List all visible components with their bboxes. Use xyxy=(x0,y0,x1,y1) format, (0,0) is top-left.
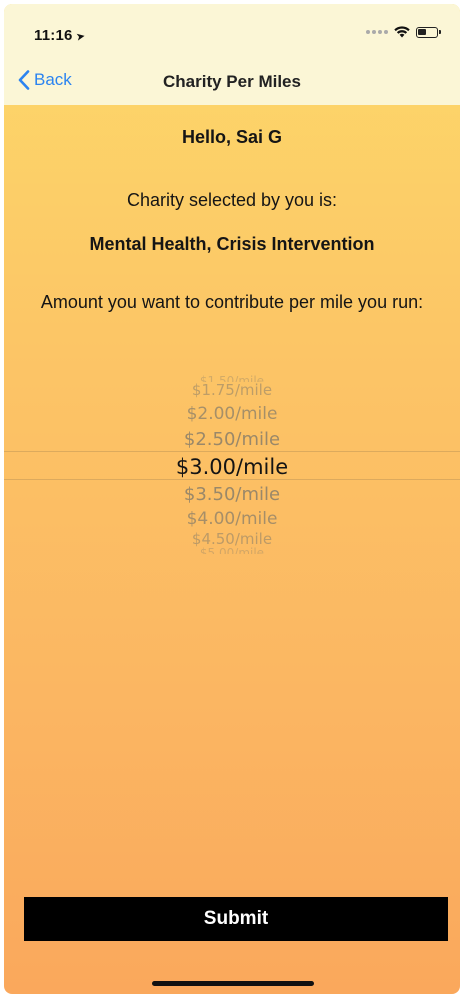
greeting-text: Hello, Sai G xyxy=(181,127,283,147)
charity-name: Mental Health, Crisis Intervention xyxy=(89,234,375,254)
page-title: Charity Per Miles xyxy=(163,72,301,91)
picker-option[interactable]: $3.50/mile xyxy=(4,484,460,505)
status-time: 11:16 ➤ xyxy=(34,27,87,44)
charity-label: Charity selected by you is: xyxy=(126,190,338,210)
amount-label: Amount you want to contribute per mile y… xyxy=(40,292,424,312)
picker-option[interactable]: $4.00/mile xyxy=(4,509,460,529)
status-icons xyxy=(366,26,441,38)
app-screen: 11:16 ➤ Back Charity Per Miles Hello, Sa… xyxy=(4,4,460,994)
status-time-text: 11:16 xyxy=(34,27,73,44)
picker-selection-top-line xyxy=(4,451,460,452)
submit-button[interactable]: Submit xyxy=(24,897,448,941)
amount-picker[interactable]: $1.50/mile $1.75/mile $2.00/mile $2.50/m… xyxy=(4,373,460,558)
location-arrow-icon: ➤ xyxy=(74,30,87,44)
header-area: 11:16 ➤ Back Charity Per Miles xyxy=(4,4,460,105)
picker-selection-bottom-line xyxy=(4,479,460,480)
picker-option[interactable]: $2.00/mile xyxy=(4,404,460,424)
status-bar: 11:16 ➤ xyxy=(4,4,460,58)
picker-option[interactable]: $1.75/mile xyxy=(4,381,460,399)
home-indicator xyxy=(152,981,314,986)
battery-icon xyxy=(416,26,441,38)
picker-option[interactable]: $5.00/mile xyxy=(4,546,460,554)
picker-option[interactable]: $2.50/mile xyxy=(4,429,460,450)
signal-icon xyxy=(366,30,388,34)
picker-option-selected[interactable]: $3.00/mile xyxy=(4,455,460,479)
navigation-bar: Back Charity Per Miles xyxy=(4,62,460,104)
wifi-icon xyxy=(394,26,410,38)
